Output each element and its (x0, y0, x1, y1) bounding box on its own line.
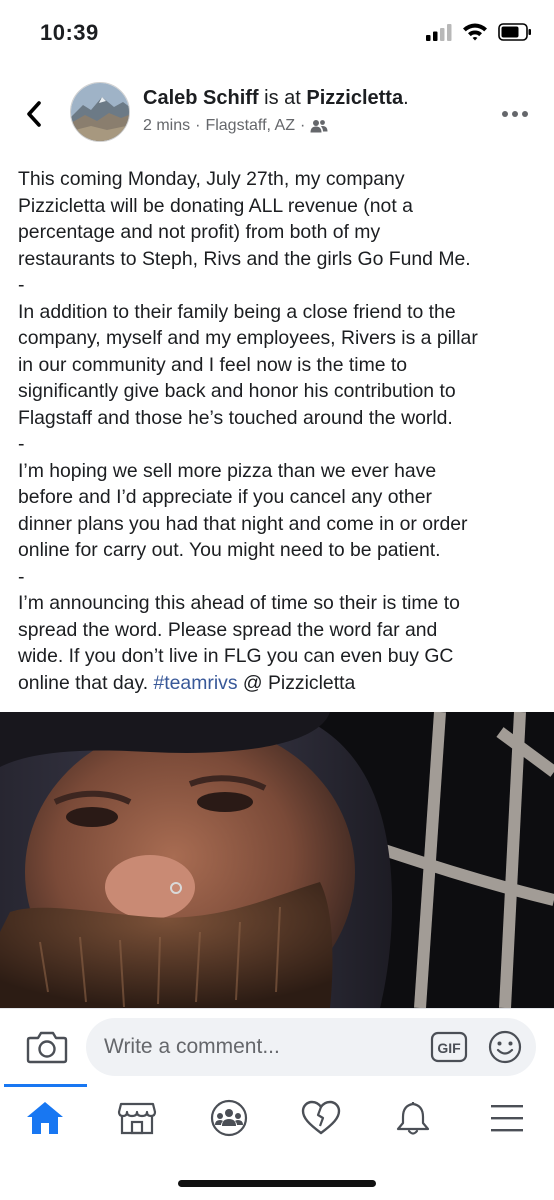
checkin-tail: @ Pizzicletta (237, 671, 356, 694)
post-paragraph: In addition to their family being a clos… (18, 300, 478, 456)
home-indicator (178, 1180, 376, 1187)
post-photo[interactable] (0, 712, 554, 1008)
post-paragraph: I’m hoping we sell more pizza than we ev… (18, 459, 468, 588)
back-button[interactable] (18, 94, 50, 134)
comment-input[interactable]: Write a comment... GIF (86, 1018, 536, 1076)
more-dot-icon (522, 111, 528, 117)
camera-button[interactable] (26, 1028, 68, 1066)
status-icons (426, 22, 532, 41)
checkin-place[interactable]: Pizzicletta (306, 87, 403, 109)
tab-marketplace[interactable] (114, 1098, 160, 1138)
avatar-mountain-image (71, 83, 129, 141)
post-location: Flagstaff, AZ (205, 117, 295, 134)
gif-label: GIF (437, 1040, 461, 1056)
home-icon (27, 1102, 63, 1134)
active-tab-indicator (4, 1084, 87, 1087)
avatar[interactable] (70, 82, 130, 142)
meta-separator: · (195, 117, 201, 134)
friends-icon (310, 120, 328, 133)
status-bar: 10:39 (0, 0, 554, 64)
status-time: 10:39 (40, 20, 99, 45)
author-name[interactable]: Caleb Schiff (143, 87, 259, 109)
comment-placeholder: Write a comment... (104, 1035, 280, 1058)
tab-bar (0, 1084, 554, 1154)
checkin-connector: is at (258, 87, 307, 109)
post-author-line: Caleb Schiff is at Pizzicletta. (143, 87, 409, 110)
selfie-photo-image (0, 712, 554, 1008)
cellular-signal-icon (426, 23, 452, 41)
post-text: This coming Monday, July 27th, my compan… (18, 166, 538, 696)
camera-icon (26, 1031, 68, 1064)
battery-icon (498, 22, 531, 41)
comment-bar: Write a comment... GIF (0, 1008, 554, 1084)
menu-icon (491, 1105, 523, 1132)
groups-icon (210, 1099, 248, 1137)
post-paragraph: This coming Monday, July 27th, my compan… (18, 168, 471, 296)
more-options-button[interactable] (500, 102, 530, 126)
wifi-icon (463, 23, 487, 41)
post-meta: 2 mins · Flagstaff, AZ · (143, 117, 328, 135)
dating-icon (301, 1100, 341, 1135)
checkin-period: . (403, 87, 409, 109)
tab-home[interactable] (22, 1098, 68, 1138)
emoji-icon (488, 1030, 522, 1064)
tab-groups[interactable] (206, 1098, 252, 1138)
marketplace-icon (117, 1102, 157, 1135)
post-header: Caleb Schiff is at Pizzicletta. 2 mins ·… (0, 76, 554, 156)
meta-separator-2: · (299, 117, 306, 134)
more-dot-icon (502, 111, 508, 117)
post-paragraph-last: I’m announcing this ahead of time so the… (18, 590, 538, 696)
emoji-button[interactable] (488, 1030, 522, 1064)
post-timestamp[interactable]: 2 mins (143, 117, 190, 135)
gif-button[interactable]: GIF (430, 1031, 468, 1063)
hashtag-link[interactable]: #teamrivs (153, 672, 237, 694)
chevron-left-icon (27, 101, 41, 127)
notifications-icon (396, 1101, 430, 1135)
tab-menu[interactable] (484, 1098, 530, 1138)
tab-dating[interactable] (298, 1098, 344, 1138)
more-dot-icon (512, 111, 518, 117)
tab-notifications[interactable] (390, 1098, 436, 1138)
gif-icon: GIF (430, 1031, 468, 1063)
